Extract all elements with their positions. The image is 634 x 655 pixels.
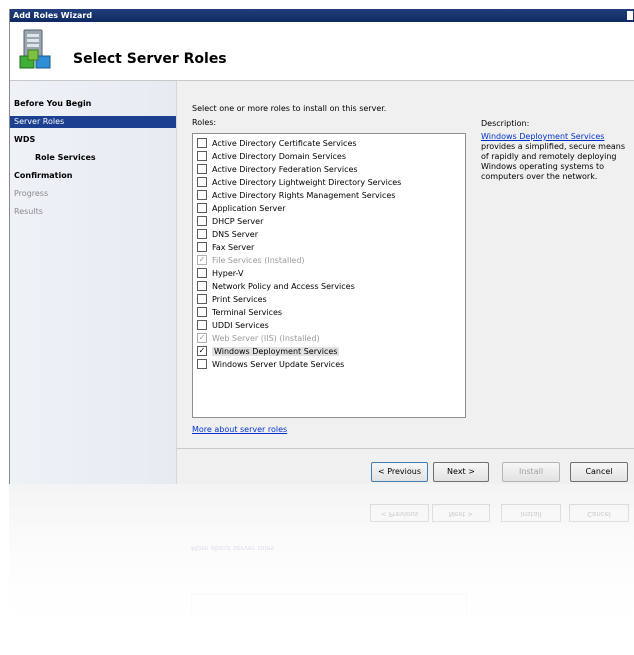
role-item-selected[interactable]: ✓ Windows Deployment Services bbox=[197, 345, 340, 358]
role-item[interactable]: Fax Server bbox=[197, 241, 254, 254]
role-checkbox[interactable] bbox=[197, 202, 207, 213]
nav-item-confirmation[interactable]: Confirmation bbox=[10, 170, 176, 182]
previous-button[interactable]: < Previous bbox=[371, 462, 428, 482]
role-checkbox[interactable] bbox=[197, 293, 207, 304]
window-title: Add Roles Wizard bbox=[13, 11, 93, 20]
page-title: Select Server Roles bbox=[73, 51, 227, 67]
role-item[interactable]: Active Directory Lightweight Directory S… bbox=[197, 176, 401, 189]
role-checkbox[interactable] bbox=[197, 306, 207, 317]
server-roles-wizard-icon bbox=[19, 29, 51, 69]
role-item[interactable]: Active Directory Rights Management Servi… bbox=[197, 189, 395, 202]
role-item[interactable]: Application Server bbox=[197, 202, 285, 215]
wizard-header: Select Server Roles bbox=[10, 22, 634, 81]
role-item[interactable]: Active Directory Domain Services bbox=[197, 150, 346, 163]
cancel-button[interactable]: Cancel bbox=[570, 462, 628, 482]
window-reflection: < Previous Next > Install Cancel More ab… bbox=[9, 484, 634, 655]
role-item[interactable]: Terminal Services bbox=[197, 306, 282, 319]
nav-item-before-you-begin[interactable]: Before You Begin bbox=[10, 98, 176, 110]
instructions-text: Select one or more roles to install on t… bbox=[192, 104, 387, 113]
wizard-steps-sidebar: Before You Begin Server Roles WDS Role S… bbox=[10, 81, 177, 484]
role-item[interactable]: Active Directory Certificate Services bbox=[197, 137, 357, 150]
role-checkbox[interactable] bbox=[197, 241, 207, 252]
role-checkbox[interactable] bbox=[197, 228, 207, 239]
description-link[interactable]: Windows Deployment Services bbox=[481, 132, 604, 141]
roles-list[interactable]: Active Directory Certificate Services Ac… bbox=[192, 133, 466, 418]
role-checkbox[interactable] bbox=[197, 176, 207, 187]
checkmark-icon[interactable]: ✓ bbox=[197, 345, 207, 356]
description-text: provides a simplified, secure means of r… bbox=[481, 142, 626, 181]
role-checkbox[interactable] bbox=[197, 137, 207, 148]
role-item[interactable]: DHCP Server bbox=[197, 215, 263, 228]
role-item[interactable]: Active Directory Federation Services bbox=[197, 163, 358, 176]
checkmark-icon: ✓ bbox=[197, 254, 207, 265]
nav-item-role-services[interactable]: Role Services bbox=[10, 152, 176, 164]
role-item: ✓ File Services (Installed) bbox=[197, 254, 305, 265]
button-divider bbox=[177, 448, 634, 449]
role-checkbox[interactable] bbox=[197, 163, 207, 174]
reflection-fade bbox=[9, 484, 634, 655]
more-about-server-roles-link[interactable]: More about server roles bbox=[192, 425, 287, 434]
next-button[interactable]: Next > bbox=[433, 462, 489, 482]
screenshot-stage: Add Roles Wizard Select Server Roles Bef… bbox=[0, 0, 634, 655]
role-item[interactable]: Network Policy and Access Services bbox=[197, 280, 355, 293]
window-control-icon[interactable] bbox=[627, 11, 633, 20]
role-item[interactable]: Hyper-V bbox=[197, 267, 243, 280]
checkmark-icon: ✓ bbox=[197, 332, 207, 343]
nav-item-results: Results bbox=[14, 207, 43, 216]
description-label: Description: bbox=[481, 119, 530, 128]
nav-item-wds[interactable]: WDS bbox=[10, 134, 176, 146]
nav-item-server-roles[interactable]: Server Roles bbox=[10, 116, 176, 128]
title-bar: Add Roles Wizard bbox=[10, 9, 634, 22]
wizard-window: Add Roles Wizard Select Server Roles Bef… bbox=[9, 9, 634, 484]
role-checkbox[interactable] bbox=[197, 358, 207, 369]
nav-item-progress: Progress bbox=[14, 189, 49, 198]
role-checkbox[interactable] bbox=[197, 280, 207, 291]
roles-label: Roles: bbox=[192, 118, 217, 127]
role-checkbox[interactable] bbox=[197, 215, 207, 226]
role-checkbox[interactable] bbox=[197, 319, 207, 330]
role-item[interactable]: Windows Server Update Services bbox=[197, 358, 344, 371]
install-button: Install bbox=[502, 462, 560, 482]
wizard-content: Select one or more roles to install on t… bbox=[177, 81, 634, 484]
role-item[interactable]: DNS Server bbox=[197, 228, 258, 241]
role-checkbox[interactable] bbox=[197, 150, 207, 161]
role-item[interactable]: UDDI Services bbox=[197, 319, 269, 332]
role-checkbox[interactable] bbox=[197, 267, 207, 278]
role-item: ✓ Web Server (IIS) (Installed) bbox=[197, 332, 320, 343]
role-item[interactable]: Print Services bbox=[197, 293, 267, 306]
role-checkbox[interactable] bbox=[197, 189, 207, 200]
